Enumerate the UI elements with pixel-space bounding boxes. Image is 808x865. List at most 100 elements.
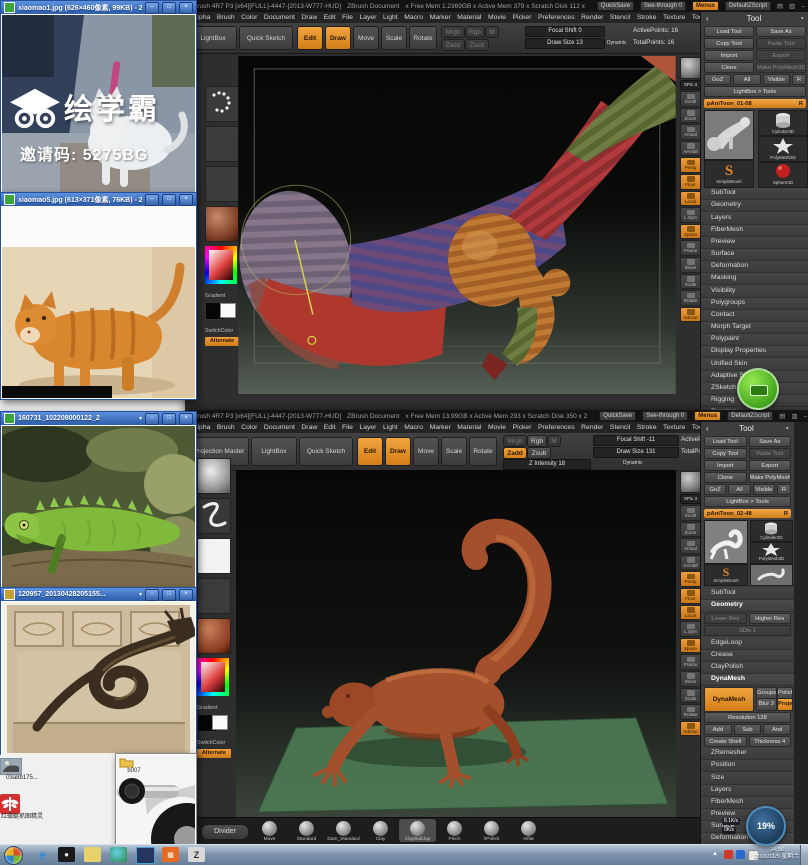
color-picker[interactable] xyxy=(197,658,229,696)
lower-res-button[interactable]: Lower Res xyxy=(704,613,747,625)
menu-item[interactable]: File xyxy=(342,424,353,431)
draw-size-slider[interactable]: Draw Size 13 xyxy=(525,38,605,49)
tool-thumb-polymesh3d[interactable]: PolyMesh3D xyxy=(758,136,808,162)
goz-all-button[interactable]: All xyxy=(733,74,761,85)
show-desktop-button[interactable] xyxy=(800,845,808,865)
alternate-button[interactable]: Alternate xyxy=(205,337,239,346)
brush-preset[interactable]: Clay xyxy=(362,819,399,842)
z-intensity-slider[interactable]: Z Intensity 18 xyxy=(503,459,591,470)
move-mode-button[interactable]: Move xyxy=(413,437,439,466)
doc-icon[interactable]: ▤ xyxy=(779,412,785,420)
gradient-label[interactable]: Gradient xyxy=(205,293,225,299)
color-swatches[interactable] xyxy=(205,302,239,320)
menu-item[interactable]: Layer xyxy=(359,14,376,21)
minimize-icon[interactable]: – xyxy=(801,3,805,10)
default-zscript-button[interactable]: DefaultZScript xyxy=(727,411,774,421)
menu-item[interactable]: Render xyxy=(581,14,603,21)
tool-section[interactable]: FiberMesh xyxy=(701,224,808,237)
alpha-thumbnail[interactable] xyxy=(205,166,239,202)
titlebar[interactable]: 120957_20130428205155... ▾ – □ × xyxy=(1,588,196,601)
download-progress-badge[interactable]: 19% xyxy=(746,806,786,846)
tool-section[interactable]: Layers xyxy=(701,784,794,797)
r-button[interactable]: R xyxy=(791,74,806,85)
zadd-button[interactable]: Zadd xyxy=(503,447,527,459)
alternate-button[interactable]: Alternate xyxy=(197,749,231,758)
export-button[interactable]: Export xyxy=(748,460,791,471)
tool-thumb-sphere3d[interactable]: Sphere3D xyxy=(758,162,808,188)
mrgb-button[interactable]: Mrgb xyxy=(503,435,527,447)
tool-section[interactable]: FiberMesh xyxy=(701,796,794,809)
minimize-button[interactable]: – xyxy=(145,193,159,206)
zsphere-canvas[interactable] xyxy=(238,56,676,394)
doc2-icon[interactable]: ▥ xyxy=(791,412,797,420)
shelf-button[interactable]: Zoom xyxy=(679,521,702,538)
shelf-button[interactable]: Persp xyxy=(679,571,702,587)
color-swatches[interactable] xyxy=(197,714,231,732)
thickness-slider[interactable]: Thickness 4 xyxy=(748,736,791,748)
zbrush-bottom-titlebar[interactable]: ZBrush 4R7 P3 [x64][FULL]-4447-[2013-W77… xyxy=(185,410,808,422)
maximize-button[interactable]: □ xyxy=(162,1,176,14)
goz-button[interactable]: GoZ xyxy=(704,74,732,85)
clone-button[interactable]: Clone xyxy=(704,472,747,483)
close-button[interactable]: × xyxy=(179,193,193,206)
mrgb-button[interactable]: Mrgb xyxy=(441,26,465,38)
clone-button[interactable]: Clone xyxy=(704,62,754,73)
menu-item[interactable]: Edit xyxy=(324,14,336,21)
tool-section[interactable]: Polygroups xyxy=(701,297,808,310)
minimize-button[interactable]: – xyxy=(145,1,159,14)
panel-menu-icon[interactable]: ◔ xyxy=(799,14,804,23)
alpha-thumbnail[interactable] xyxy=(197,538,231,574)
tool-section[interactable]: Deformation xyxy=(701,261,808,274)
draw-mode-button[interactable]: Draw xyxy=(385,437,411,466)
brush-preset[interactable]: Move xyxy=(251,819,288,842)
shelf-button[interactable]: Floor xyxy=(679,173,702,190)
taskbar-clock[interactable]: 14:56 2016/11/5 星期六 xyxy=(755,847,799,861)
focal-shift-slider[interactable]: Focal Shift -11 xyxy=(593,435,679,446)
rgb-button[interactable]: Rgb xyxy=(465,26,485,38)
claypolish-section[interactable]: ClayPolish xyxy=(701,661,794,674)
load-tool-button[interactable]: Load Tool xyxy=(704,26,754,37)
sculpt-canvas[interactable] xyxy=(236,470,676,818)
tray-icon-red[interactable] xyxy=(724,850,733,859)
menu-item[interactable]: Preferences xyxy=(538,14,575,21)
shelf-button[interactable]: Move xyxy=(679,256,702,273)
start-button[interactable] xyxy=(4,846,23,865)
paste-tool-button[interactable]: Paste Tool xyxy=(756,38,806,49)
lightbox-tools-button[interactable]: LightBox > Tools xyxy=(704,496,791,507)
brush-preset[interactable]: Inflat xyxy=(510,819,547,842)
brush-preset[interactable]: Dam_Standard xyxy=(325,819,362,842)
spix-slider[interactable]: SPix 3 xyxy=(679,80,702,90)
collapse-chevron-icon[interactable]: ‹ xyxy=(706,14,709,23)
shelf-button[interactable]: Scroll xyxy=(679,91,702,107)
shelf-button[interactable]: Actual xyxy=(679,124,702,140)
save-as-button[interactable]: Save As xyxy=(748,436,791,447)
tool-section[interactable]: Contact xyxy=(701,309,808,322)
copy-tool-button[interactable]: Copy Tool xyxy=(704,38,754,49)
menu-item[interactable]: Picker xyxy=(513,424,532,431)
switchcolor-label[interactable]: SwitchColor xyxy=(205,328,233,334)
quicksave-button[interactable]: QuickSave xyxy=(596,1,634,11)
menu-item[interactable]: Layer xyxy=(359,424,376,431)
close-button[interactable]: × xyxy=(179,1,193,14)
zadd-button[interactable]: Zadd xyxy=(441,39,465,51)
tool-thumb-lizard[interactable] xyxy=(750,564,793,586)
collapse-chevron-icon[interactable]: ‹ xyxy=(706,424,709,433)
menu-item[interactable]: Light xyxy=(383,424,398,431)
menu-item[interactable]: Stroke xyxy=(637,424,657,431)
menu-item[interactable]: Macro xyxy=(404,14,423,21)
draw-size-slider[interactable]: Draw Size 131 xyxy=(593,447,679,458)
make-polymesh3d-button[interactable]: Make PolyMesh3D xyxy=(748,472,791,483)
shelf-button[interactable]: Local xyxy=(679,190,702,207)
menu-item[interactable]: Draw xyxy=(301,14,317,21)
goz-visible-button[interactable]: Visible xyxy=(752,484,775,495)
quick-sketch-button[interactable]: Quick Sketch xyxy=(299,437,353,466)
tool-thumb-polymesh3d[interactable]: PolyMesh3D xyxy=(750,542,793,564)
menu-item[interactable]: Brush xyxy=(217,14,235,21)
goz-visible-button[interactable]: Visible xyxy=(762,74,790,85)
doc-icon[interactable]: ▤ xyxy=(777,2,783,10)
load-tool-button[interactable]: Load Tool xyxy=(704,436,747,447)
tool-section[interactable]: Masking xyxy=(701,273,808,286)
titlebar[interactable]: xiaomao1.jpg (626×460像素, 99KB) - 22 – □ … xyxy=(1,1,196,14)
geometry-section[interactable]: Geometry xyxy=(701,600,794,613)
color-picker[interactable] xyxy=(205,246,237,284)
